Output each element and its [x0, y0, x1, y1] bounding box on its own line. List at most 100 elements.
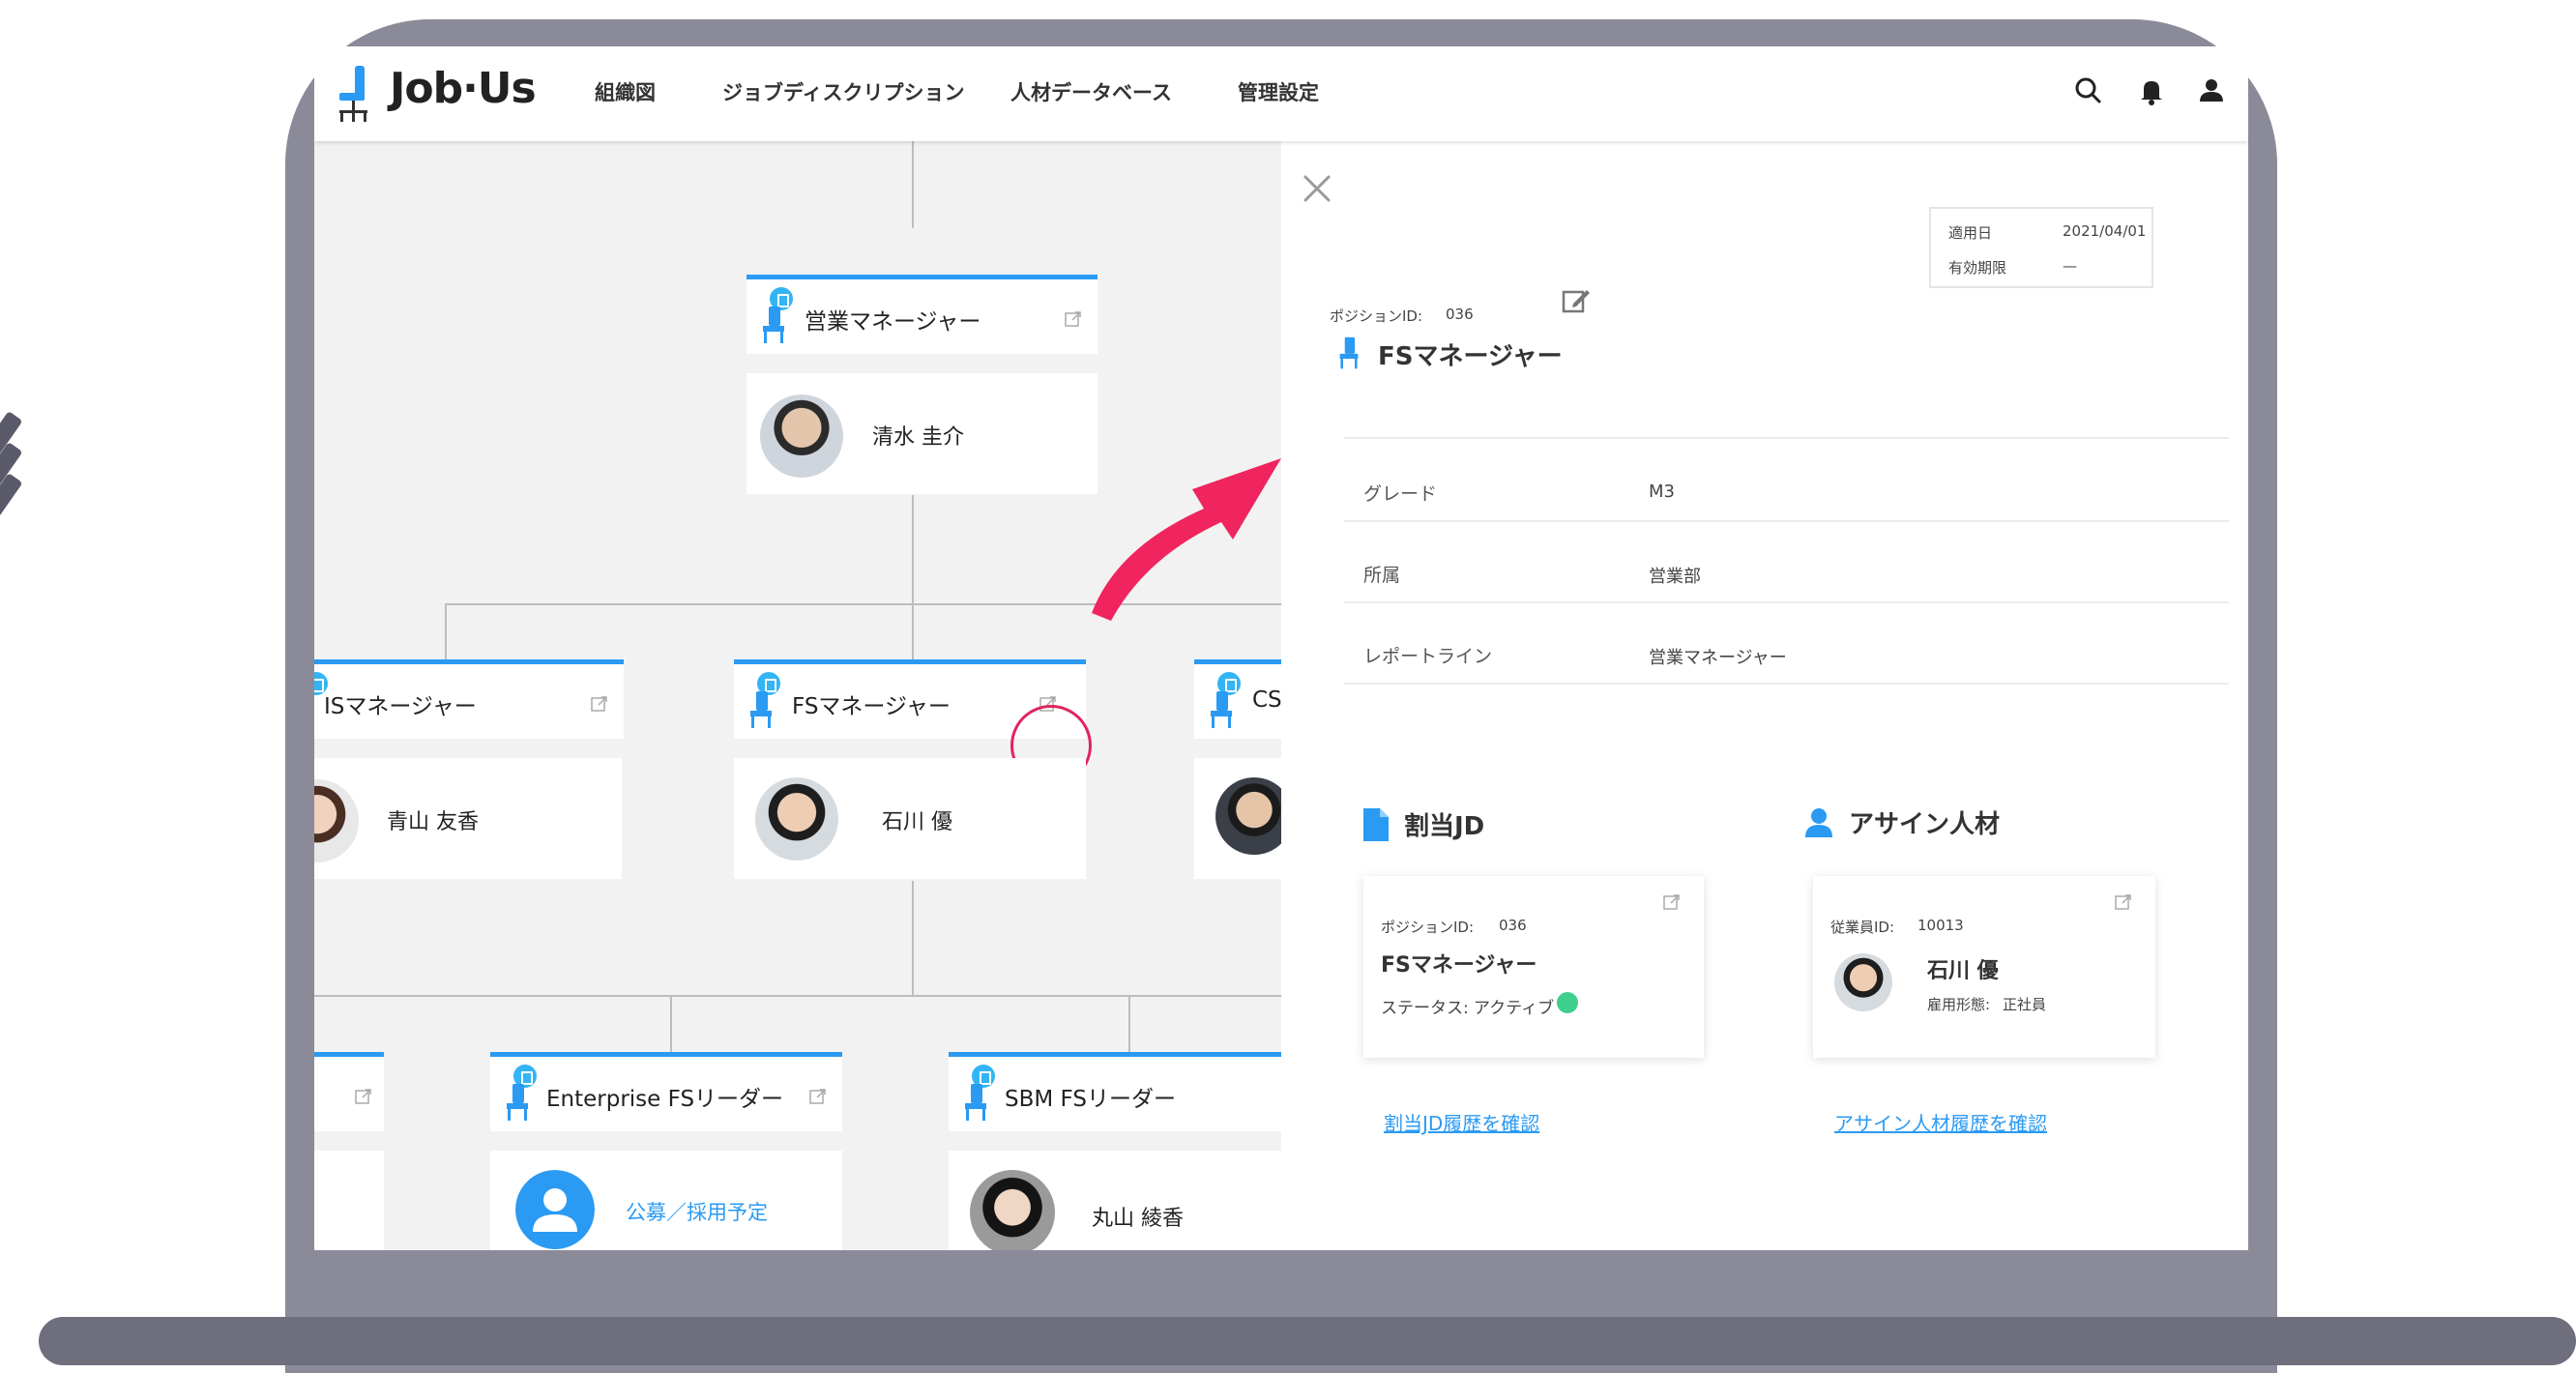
vacancy-label: 公募／採用予定 — [626, 1201, 768, 1224]
jd-id-value: 036 — [1499, 917, 1527, 934]
person-icon — [1805, 808, 1832, 837]
report-line-value: 営業マネージャー — [1649, 648, 1787, 668]
close-icon[interactable] — [1301, 172, 1333, 205]
user-icon[interactable] — [2192, 72, 2231, 110]
vacancy-card[interactable]: 公募／採用予定 — [490, 1151, 842, 1250]
edit-icon[interactable] — [1560, 284, 1593, 317]
nav-job-description[interactable]: ジョブディスクリプション — [722, 77, 965, 106]
placeholder-avatar-icon — [515, 1170, 595, 1249]
person-card[interactable]: 石川 優 — [734, 758, 1086, 879]
talent-history-link[interactable]: アサイン人材履歴を確認 — [1834, 1108, 2047, 1136]
position-title: Enterprise FSリーダー — [546, 1087, 784, 1112]
nav-admin-settings[interactable]: 管理設定 — [1238, 77, 1319, 106]
position-card-enterprise-fs-leader[interactable]: Enterprise FSリーダー — [490, 1052, 842, 1131]
assigned-talent-card[interactable]: 従業員ID: 10013 石川 優 雇用形態: 正社員 — [1813, 876, 2155, 1058]
position-detail-panel: ポジションID: 036 FSマネージャー 適用日 2021/04/01 有効期… — [1281, 141, 2248, 1250]
external-link-icon[interactable] — [809, 1088, 827, 1105]
person-name: 石川 優 — [882, 810, 952, 834]
employment-type-label: 雇用形態: — [1927, 996, 1991, 1013]
connector-line — [445, 603, 447, 667]
top-nav: Job·Us 組織図 ジョブディスクリプション 人材データベース 管理設定 — [314, 46, 2248, 141]
divider — [1344, 437, 2229, 439]
divider — [1344, 683, 2229, 685]
jd-history-link[interactable]: 割当JD履歴を確認 — [1384, 1108, 1539, 1136]
search-icon[interactable] — [2069, 72, 2108, 110]
assignee-name: 石川 優 — [1927, 959, 1999, 983]
connector-line — [314, 995, 1281, 997]
person-name: 青山 友香 — [387, 810, 479, 834]
decorative-slash — [0, 472, 23, 520]
external-link-icon[interactable] — [1065, 310, 1082, 328]
logo-chair-icon — [339, 66, 367, 122]
jd-title: FSマネージャー — [1381, 953, 1537, 978]
date-box: 適用日 2021/04/01 有効期限 — — [1929, 207, 2153, 288]
position-id-value: 036 — [1446, 306, 1474, 323]
effective-date-label: 適用日 — [1948, 224, 1993, 242]
position-card-sbm-fs-leader[interactable]: SBM FSリーダー — [949, 1052, 1297, 1131]
position-title: 営業マネージャー — [805, 309, 981, 335]
position-title: FSマネージャー — [1378, 342, 1563, 371]
department-label: 所属 — [1363, 565, 1401, 586]
external-link-icon[interactable] — [1663, 893, 1681, 911]
jd-id-label: ポジションID: — [1381, 919, 1475, 936]
grade-value: M3 — [1649, 482, 1675, 502]
department-value: 営業部 — [1649, 567, 1701, 587]
person-name: 清水 圭介 — [872, 425, 964, 450]
position-title: CS — [1252, 687, 1282, 713]
person-card[interactable]: 丸山 綾香 — [949, 1151, 1297, 1250]
person-name: 丸山 綾香 — [1092, 1207, 1184, 1231]
nav-talent-database[interactable]: 人材データベース — [1010, 77, 1172, 106]
report-line-label: レポートライン — [1363, 646, 1493, 667]
chair-icon — [750, 691, 772, 728]
document-icon — [1363, 808, 1389, 841]
grade-label: グレード — [1363, 483, 1438, 505]
position-title: FSマネージャー — [792, 694, 951, 719]
avatar — [970, 1170, 1055, 1250]
position-card-is-manager[interactable]: ISマネージャー — [314, 659, 624, 739]
divider — [1344, 520, 2229, 522]
logo-text[interactable]: Job·Us — [390, 64, 537, 113]
chair-icon — [1211, 691, 1232, 728]
pointer-arrow — [1092, 458, 1281, 621]
avatar — [760, 394, 843, 478]
effective-date-value: 2021/04/01 — [2063, 222, 2147, 240]
nav-org-chart[interactable]: 組織図 — [595, 77, 656, 106]
connector-line — [670, 995, 672, 1054]
position-card-partial[interactable] — [314, 1052, 384, 1131]
chair-icon — [763, 307, 784, 343]
connector-line — [1128, 995, 1130, 1054]
assigned-jd-card[interactable]: ポジションID: 036 FSマネージャー ステータス: アクティブ — [1363, 876, 1704, 1058]
assigned-jd-heading: 割当JD — [1404, 812, 1485, 841]
employee-id-label: 従業員ID: — [1830, 919, 1895, 936]
avatar — [314, 779, 359, 862]
external-link-icon[interactable] — [2115, 893, 2132, 911]
connector-line — [912, 495, 914, 667]
expiry-date-label: 有効期限 — [1948, 259, 2007, 277]
external-link-icon[interactable] — [591, 695, 608, 713]
position-title: ISマネージャー — [324, 694, 477, 719]
position-card-sales-manager[interactable]: 営業マネージャー — [746, 275, 1098, 354]
employment-type-value: 正社員 — [2003, 996, 2047, 1013]
chair-icon — [507, 1084, 528, 1121]
org-chart: 営業マネージャー 清水 圭介 ISマネージャー 青山 友香 FSマネージャー 石 — [314, 141, 1310, 1250]
status-dot-icon — [1557, 992, 1578, 1013]
person-card[interactable]: 清水 圭介 — [746, 373, 1098, 494]
person-card[interactable]: 青山 友香 — [314, 758, 622, 879]
bell-icon[interactable] — [2132, 72, 2171, 110]
laptop-base — [39, 1317, 2576, 1365]
jd-status-label: ステータス: — [1381, 999, 1469, 1018]
divider — [1344, 601, 2229, 603]
position-title: SBM FSリーダー — [1005, 1087, 1176, 1112]
connector-line — [912, 141, 914, 228]
position-id-label: ポジションID: — [1330, 307, 1423, 325]
chair-icon — [965, 1084, 986, 1121]
avatar — [1834, 953, 1892, 1011]
chair-icon — [1339, 336, 1359, 369]
avatar — [755, 777, 838, 861]
connector-line — [912, 881, 914, 995]
external-link-icon[interactable] — [355, 1088, 372, 1105]
jd-status-value: アクティブ — [1474, 999, 1555, 1018]
assigned-talent-heading: アサイン人材 — [1849, 810, 2001, 839]
employee-id-value: 10013 — [1917, 917, 1964, 934]
person-card[interactable] — [314, 1151, 384, 1250]
